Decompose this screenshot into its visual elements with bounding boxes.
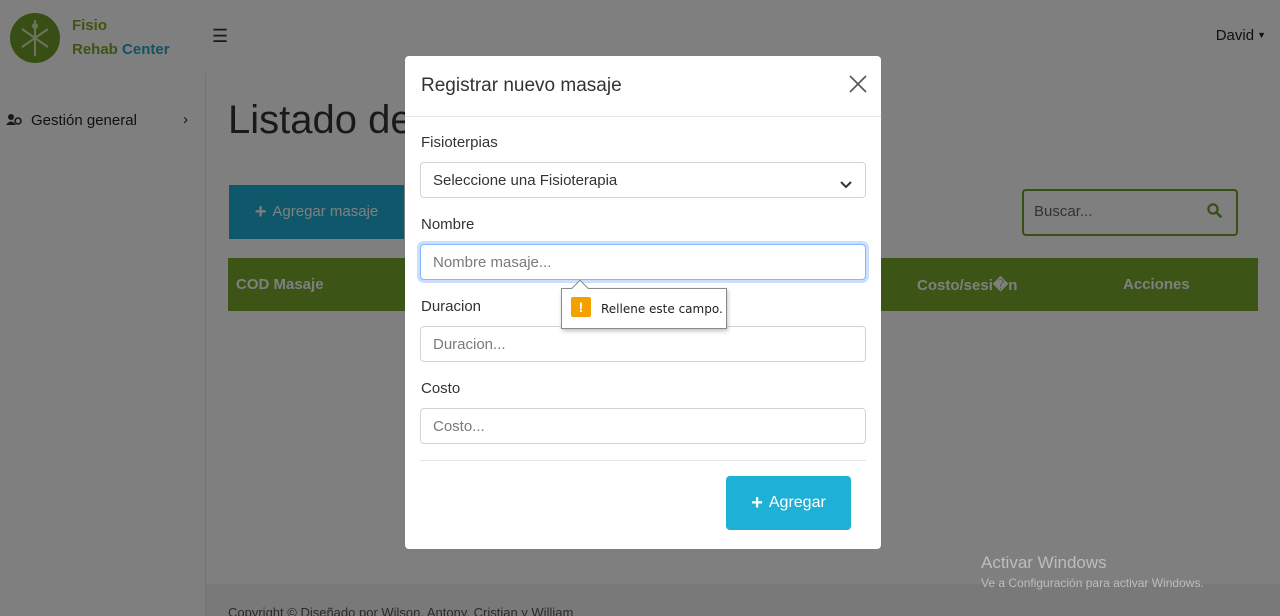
validation-tooltip: ! Rellene este campo.	[561, 279, 727, 329]
windows-watermark-title: Activar Windows	[981, 553, 1107, 572]
nombre-input[interactable]	[420, 244, 866, 280]
duracion-label: Duracion	[421, 298, 482, 315]
nombre-label: Nombre	[421, 216, 475, 233]
chevron-down-icon	[840, 176, 852, 194]
validation-message: Rellene este campo.	[601, 302, 723, 316]
costo-input[interactable]	[420, 408, 866, 444]
modal-header: Registrar nuevo masaje	[405, 56, 881, 117]
modal-divider	[420, 460, 866, 461]
plus-icon: +	[751, 491, 763, 514]
close-icon[interactable]	[847, 74, 869, 96]
costo-label: Costo	[421, 380, 461, 397]
duracion-input[interactable]	[420, 326, 866, 362]
agregar-button[interactable]: + Agregar	[726, 476, 851, 530]
windows-watermark-subtitle: Ve a Configuración para activar Windows.	[981, 576, 1204, 590]
fisioterapia-label: Fisioterpias	[421, 134, 498, 151]
fisioterapia-select[interactable]: Seleccione una Fisioterapia	[420, 162, 866, 198]
warning-icon: !	[571, 297, 591, 317]
modal-title: Registrar nuevo masaje	[421, 75, 622, 96]
fisioterapia-selected-value: Seleccione una Fisioterapia	[433, 172, 618, 189]
agregar-label: Agregar	[768, 493, 826, 511]
